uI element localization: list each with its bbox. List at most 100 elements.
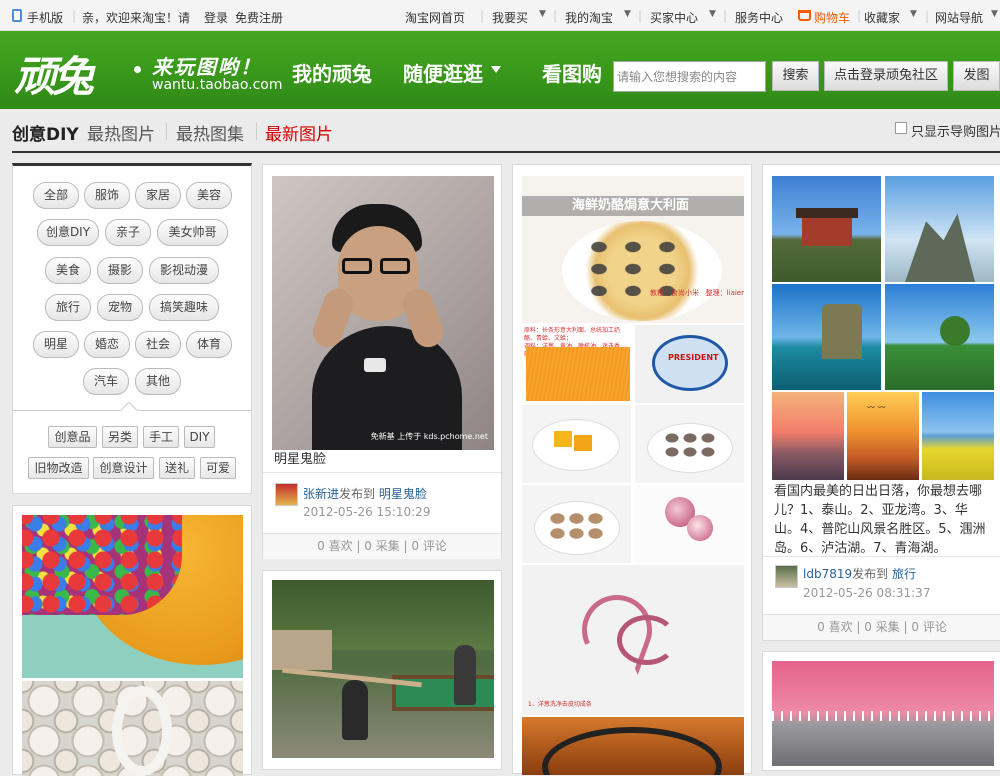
huashan-image[interactable] <box>885 176 994 282</box>
welcome-text: 亲，欢迎来淘宝！请 <box>82 11 191 25</box>
divider: | <box>72 9 77 23</box>
category-tag[interactable]: 创意DIY <box>37 219 99 246</box>
login-community-button[interactable]: 点击登录顽兔社区 <box>824 61 948 91</box>
favorites-menu[interactable]: 收藏家 <box>864 9 900 26</box>
category-tag[interactable]: 其他 <box>135 368 181 395</box>
cooking-pan-image[interactable] <box>522 717 744 775</box>
divider <box>166 123 167 140</box>
divider <box>763 556 1000 557</box>
card-byline: ldb7819发布到 旅行 <box>803 565 916 582</box>
category-tag[interactable]: 美女帅哥 <box>157 219 228 246</box>
nav-shop-by-image[interactable]: 看图购 <box>542 58 602 87</box>
nav-my-wantu[interactable]: 我的顽兔 <box>292 58 372 87</box>
shellfish-image[interactable] <box>522 485 631 563</box>
pointer-notch <box>120 401 138 419</box>
card-stats[interactable]: 0 喜欢 | 0 采集 | 0 评论 <box>263 533 501 559</box>
category-tag[interactable]: 搞笑趣味 <box>149 294 219 321</box>
lugu-lake-image[interactable] <box>885 284 994 390</box>
category-tag[interactable]: 美食 <box>45 257 91 284</box>
category-tag[interactable]: 全部 <box>33 182 79 209</box>
cart-link[interactable]: 购物车 <box>814 9 850 26</box>
nav-browse[interactable]: 随便逛逛 <box>403 58 501 87</box>
sliced-onion-image[interactable]: 1、洋葱洗净去皮切成条 <box>522 565 744 715</box>
image-card[interactable]: 〰 〰 看国内最美的日出日落，你最想去哪儿？1、泰山。2、亚龙湾。3、华山。4、… <box>762 164 1000 641</box>
pink-lake-image[interactable] <box>772 661 994 766</box>
image-watermark: 免新基 上传于 kds.pchome.net <box>370 432 488 441</box>
buyer-center-menu[interactable]: 买家中心 <box>650 9 698 26</box>
ceramic-buttons-image[interactable] <box>22 681 243 776</box>
search-input[interactable] <box>613 61 766 92</box>
tab-hot-albums[interactable]: 最热图集 <box>176 120 244 145</box>
category-tag[interactable]: 亲子 <box>105 219 151 246</box>
current-category: 创意DIY <box>12 125 79 145</box>
search-button[interactable]: 搜索 <box>772 61 819 91</box>
cheese-cubes-image[interactable] <box>522 405 631 483</box>
subcategory-tag[interactable]: 旧物改造 <box>28 457 89 479</box>
user-link[interactable]: ldb7819 <box>803 567 852 581</box>
subcategory-tag[interactable]: 送礼 <box>159 457 195 479</box>
category-tag[interactable]: 影视动漫 <box>149 257 219 284</box>
subcategory-tag[interactable]: 手工 <box>143 426 179 448</box>
divider: | <box>480 9 485 23</box>
image-card[interactable]: 海鲜奶酪焗意大利面 教程：食尚小米 整理：liaier2008 原料：长条形意大… <box>512 164 752 775</box>
posted-to-text: 发布到 <box>852 567 889 581</box>
guide-only-checkbox[interactable] <box>895 122 907 134</box>
category-tag[interactable]: 摄影 <box>97 257 143 284</box>
category-tag[interactable]: 服饰 <box>84 182 130 209</box>
login-link[interactable]: 登录 <box>204 9 228 26</box>
board-link[interactable]: 明星鬼脸 <box>379 487 427 501</box>
category-tag[interactable]: 婚恋 <box>84 331 130 358</box>
buy-menu[interactable]: 我要买 <box>492 9 528 26</box>
qinghai-lake-image[interactable] <box>922 392 994 480</box>
category-panel: 全部 服饰 家居 美容 创意DIY 亲子 美女帅哥 美食 摄影 影视动漫 旅行 … <box>12 163 252 494</box>
user-link[interactable]: 张新进 <box>303 487 339 501</box>
subcategory-tag[interactable]: 创意设计 <box>93 457 154 479</box>
category-tag[interactable]: 汽车 <box>83 368 129 395</box>
post-image-button[interactable]: 发图 <box>953 61 1000 91</box>
subcategory-tag[interactable]: 可爱 <box>200 457 236 479</box>
outdoor-billiards-image[interactable] <box>272 580 494 758</box>
image-card[interactable] <box>762 651 1000 771</box>
image-card[interactable]: 免新基 上传于 kds.pchome.net 明星鬼脸 张新进发布到 明星鬼脸 … <box>262 164 502 559</box>
category-tag[interactable]: 家居 <box>135 182 181 209</box>
category-tag[interactable]: 旅行 <box>45 294 91 321</box>
my-taobao-menu[interactable]: 我的淘宝 <box>565 9 613 26</box>
category-tag[interactable]: 明星 <box>33 331 79 358</box>
register-link[interactable]: 免费注册 <box>235 9 283 26</box>
subcategory-tag[interactable]: DIY <box>184 426 215 448</box>
taishan-image[interactable] <box>772 176 881 282</box>
celebrity-face-image[interactable]: 免新基 上传于 kds.pchome.net <box>272 176 494 450</box>
clams-image[interactable] <box>635 405 744 483</box>
divider <box>263 472 501 473</box>
subcategory-tag[interactable]: 另类 <box>102 426 138 448</box>
image-card[interactable] <box>262 570 502 770</box>
category-tag[interactable]: 社会 <box>135 331 181 358</box>
tab-hot-images[interactable]: 最热图片 <box>87 120 155 145</box>
site-nav-menu[interactable]: 网站导航 <box>935 9 983 26</box>
weizhou-island-image[interactable] <box>772 284 881 390</box>
mobile-link[interactable]: 手机版 <box>27 9 63 26</box>
tab-latest-images[interactable]: 最新图片 <box>265 120 333 145</box>
ingredients-image[interactable]: 原料：长条形意大利面、总统加工奶酪、青蛤、文蛤； 调料：洋葱、黄油、橄榄油、迷迭… <box>522 325 744 403</box>
avatar[interactable] <box>275 483 298 506</box>
avatar[interactable] <box>775 565 798 588</box>
subcategory-tag[interactable]: 创意品 <box>48 426 97 448</box>
service-center-link[interactable]: 服务中心 <box>735 9 783 26</box>
buttons-bowl-image[interactable] <box>22 515 243 678</box>
board-link[interactable]: 旅行 <box>892 567 916 581</box>
category-tag[interactable]: 体育 <box>186 331 232 358</box>
filter-bar: 创意DIY 最热图片 最热图集 最新图片 只显示导购图片 <box>0 109 1000 153</box>
card-stats[interactable]: 0 喜欢 | 0 采集 | 0 评论 <box>763 614 1000 640</box>
category-tag[interactable]: 美容 <box>186 182 232 209</box>
sunrise-sea-image[interactable] <box>772 392 844 480</box>
taobao-home-link[interactable]: 淘宝网首页 <box>405 9 465 26</box>
divider: | <box>723 9 728 23</box>
pasta-dish-image[interactable]: 海鲜奶酪焗意大利面 教程：食尚小米 整理：liaier2008 <box>522 176 744 323</box>
image-card[interactable] <box>12 505 252 776</box>
sunset-birds-image[interactable]: 〰 〰 <box>847 392 919 480</box>
category-tag[interactable]: 宠物 <box>97 294 143 321</box>
logo[interactable]: 顽兔 <box>14 43 94 104</box>
onions-image[interactable] <box>635 485 744 563</box>
chevron-down-icon: ▼ <box>991 9 998 19</box>
recipe-step-note: 1、洋葱洗净去皮切成条 <box>528 701 592 708</box>
